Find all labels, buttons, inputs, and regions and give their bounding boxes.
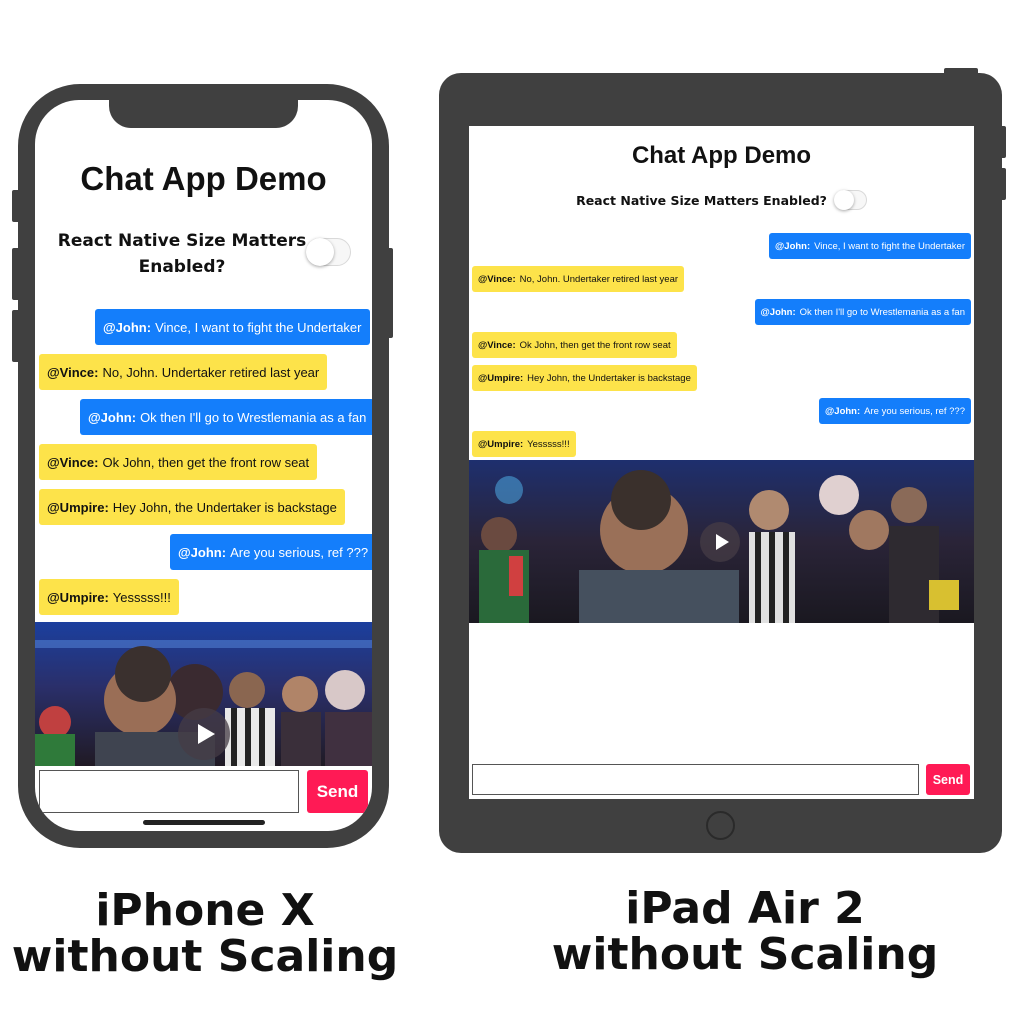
send-button[interactable]: Send [926,764,970,795]
message-text: Ok then I'll go to Wrestlemania as a fan [799,306,965,318]
message-bubble-sent: @John: Vince, I want to fight the Underta… [95,309,370,345]
play-icon[interactable] [700,522,740,562]
message-text: Vince, I want to fight the Undertaker [814,240,965,252]
home-indicator [143,820,265,825]
toggle-label: React Native Size Matters Enabled? [576,192,827,208]
message-bubble-received: @Vince: Ok John, then get the front row s… [472,332,677,358]
ipad-caption-line1: iPad Air 2 [625,883,865,934]
iphone-caption: iPhone X without Scaling [0,885,410,983]
message-sender: @John: [103,319,152,335]
home-button-icon[interactable] [706,811,735,840]
iphone-caption-line2: without Scaling [11,931,399,983]
ipad-frame: Chat App Demo React Native Size Matters … [439,73,1002,853]
message-bubble-received: @Umpire: Hey John, the Undertaker is back… [472,365,697,391]
message-bubble-sent: @John: Vince, I want to fight the Underta… [769,233,971,259]
toggle-label-line1: React Native Size Matters [57,231,307,251]
message-sender: @John: [825,405,861,417]
message-sender: @Vince: [47,454,99,470]
message-bubble-received: @Umpire: Yesssss!!! [39,579,179,615]
message-text: Hey John, the Undertaker is backstage [112,499,337,515]
message-sender: @Umpire: [478,372,524,384]
message-input[interactable] [472,764,919,795]
ipad-caption-line2: without Scaling [551,929,939,981]
iphone-screen: Chat App Demo React Native Size Matters … [35,100,372,831]
play-triangle [198,724,215,744]
toggle-row: React Native Size Matters Enabled? [469,189,974,210]
message-bubble-received: @Umpire: Hey John, the Undertaker is back… [39,489,345,525]
message-text: Hey John, the Undertaker is backstage [527,372,691,384]
size-matters-toggle[interactable] [305,237,351,266]
message-sender: @Vince: [478,339,516,351]
message-bubble-received: @Vince: No, John. Undertaker retired last… [472,266,685,292]
toggle-label-line2: Enabled? [138,257,226,277]
message-bubble-received: @Umpire: Yesssss!!! [472,431,576,457]
toggle-knob [305,237,334,266]
message-sender: @Umpire: [47,499,109,515]
message-sender: @John: [178,544,227,560]
message-sender: @Umpire: [47,589,109,605]
ipad-screen: Chat App Demo React Native Size Matters … [469,126,974,799]
message-sender: @Vince: [47,364,99,380]
message-text: No, John. Undertaker retired last year [102,364,320,380]
iphone-frame: Chat App Demo React Native Size Matters … [18,84,389,848]
message-bubble-sent: @John: Are you serious, ref ??? [819,398,971,424]
message-text: Ok John, then get the front row seat [102,454,310,470]
message-sender: @John: [88,409,137,425]
message-text: Are you serious, ref ??? [864,405,965,417]
message-text: Ok then I'll go to Wrestlemania as a fan [140,409,367,425]
iphone-notch [109,100,298,128]
ipad-caption: iPad Air 2 without Scaling [535,883,955,981]
toggle-knob [834,189,855,210]
message-bubble-sent: @John: Ok then I'll go to Wrestlemania as… [80,399,372,435]
play-triangle [715,534,729,550]
message-bubble-received: @Vince: No, John. Undertaker retired last… [39,354,328,390]
video-player[interactable] [35,622,372,766]
message-bubble-received: @Vince: Ok John, then get the front row s… [39,444,318,480]
play-icon[interactable] [178,708,230,760]
message-text: Yesssss!!! [112,589,171,605]
message-text: Yesssss!!! [527,438,570,450]
message-sender: @Vince: [478,273,516,285]
message-bubble-sent: @John: Ok then I'll go to Wrestlemania as… [754,299,971,325]
app-title: Chat App Demo [631,142,812,169]
message-text: Are you serious, ref ??? [230,544,369,560]
message-sender: @John: [760,306,796,318]
message-bubble-sent: @John: Are you serious, ref ??? [170,534,372,570]
message-input[interactable] [39,770,299,813]
message-text: No, John. Undertaker retired last year [519,273,679,285]
app-title: Chat App Demo [80,160,327,197]
message-text: Ok John, then get the front row seat [519,339,671,351]
iphone-caption-line1: iPhone X [95,885,315,936]
size-matters-toggle[interactable] [834,189,867,210]
video-player[interactable] [469,460,974,623]
message-sender: @John: [775,240,811,252]
message-sender: @Umpire: [478,438,524,450]
send-button[interactable]: Send [307,770,368,813]
message-text: Vince, I want to fight the Undertaker [155,319,362,335]
toggle-label: React Native Size Matters Enabled? [57,228,307,280]
